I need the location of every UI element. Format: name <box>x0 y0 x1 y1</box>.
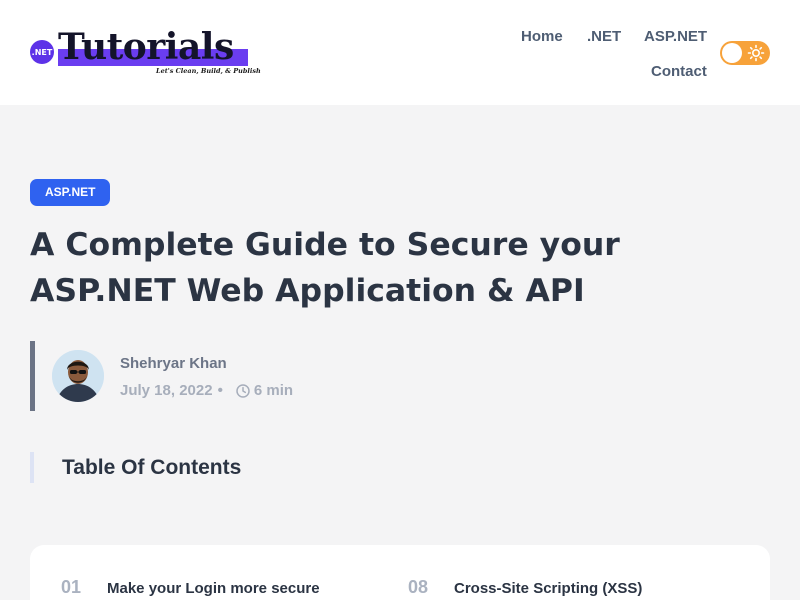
logo-wordmark: Tutorials <box>58 26 234 68</box>
toc-item[interactable]: 01 Make your Login more secure <box>61 577 320 598</box>
clock-icon <box>236 383 250 398</box>
toc-item-number: 08 <box>408 577 429 597</box>
logo-dotnet-badge: .NET <box>30 40 54 64</box>
toc-heading: Table Of Contents <box>30 452 241 483</box>
nav-link-dotnet[interactable]: .NET <box>587 28 621 45</box>
toc-item-label[interactable]: Make your Login more secure <box>107 580 320 597</box>
toc-item-label[interactable]: Cross-Site Scripting (XSS) <box>454 580 642 597</box>
toc-card: 01 Make your Login more secure 08 Cross-… <box>30 545 770 600</box>
toggle-knob <box>722 43 742 63</box>
avatar-photo <box>52 350 104 402</box>
nav-link-home[interactable]: Home <box>521 28 563 45</box>
nav-link-aspnet[interactable]: ASP.NET <box>644 28 707 45</box>
toc-item[interactable]: 08 Cross-Site Scripting (XSS) <box>408 577 642 598</box>
category-tag[interactable]: ASP.NET <box>30 179 111 206</box>
sun-icon <box>747 44 765 62</box>
author-block: Shehryar Khan July 18, 2022 • 6 min <box>30 341 430 411</box>
theme-toggle[interactable] <box>720 41 770 65</box>
post-date: July 18, 2022 <box>120 382 213 399</box>
logo-tagline: Let's Clean, Build, & Publish <box>156 67 261 75</box>
author-name[interactable]: Shehryar Khan <box>120 355 227 372</box>
read-time: 6 min <box>253 382 294 399</box>
meta-separator: • <box>217 382 223 399</box>
toc-item-number: 01 <box>61 577 82 597</box>
post-meta: July 18, 2022 • 6 min <box>120 382 293 399</box>
site-logo[interactable]: .NET Tutorials Let's Clean, Build, & Pub… <box>30 26 261 78</box>
nav-link-contact[interactable]: Contact <box>651 63 707 80</box>
site-header: .NET Tutorials Let's Clean, Build, & Pub… <box>0 0 800 105</box>
post-title: A Complete Guide to Secure your ASP.NET … <box>30 227 620 309</box>
author-avatar[interactable] <box>52 350 104 402</box>
